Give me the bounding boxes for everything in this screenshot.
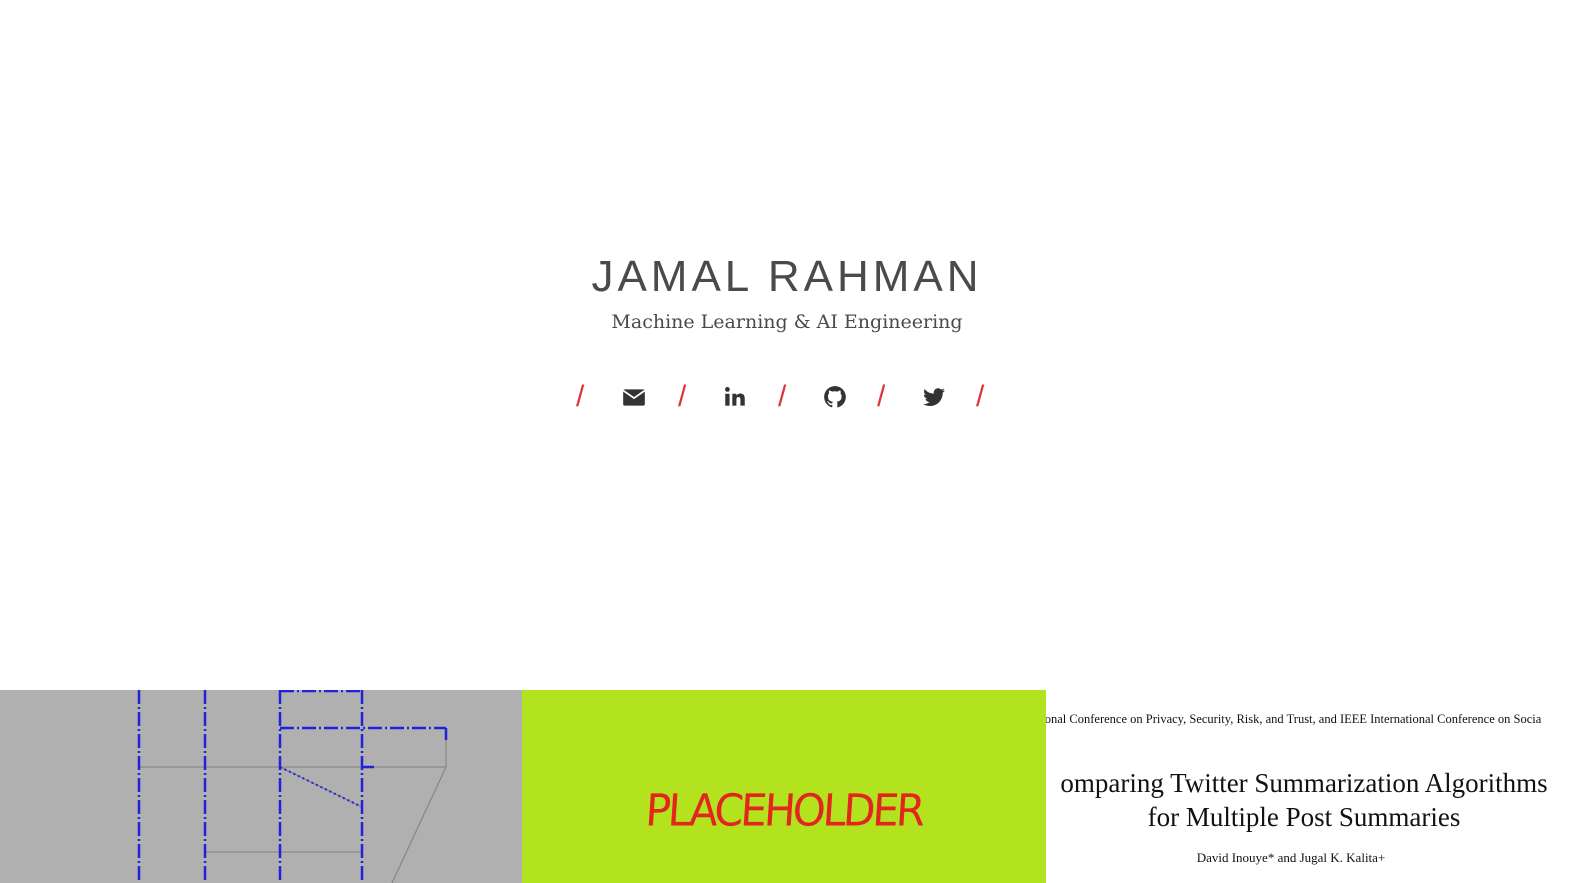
paper-authors: David Inouye* and Jugal K. Kalita+ xyxy=(1196,850,1386,865)
paper-title-line-2: for Multiple Post Summaries xyxy=(1147,802,1461,832)
social-links: / / / / / xyxy=(570,380,1010,414)
paper-conference-line: national Conference on Privacy, Security… xyxy=(1046,712,1542,726)
separator-slash: / xyxy=(576,380,585,413)
project-tile-placeholder[interactable]: PLACEHOLDER xyxy=(522,690,1046,883)
project-tile-floorplan[interactable] xyxy=(0,690,522,883)
envelope-icon xyxy=(622,389,646,406)
separator-slash: / xyxy=(976,380,985,413)
hero-section: JAMAL RAHMAN Machine Learning & AI Engin… xyxy=(0,0,1574,690)
separator-slash: / xyxy=(778,380,787,413)
paper-title: omparing Twitter Summarization Algorithm… xyxy=(1046,766,1574,834)
github-link[interactable] xyxy=(822,384,848,410)
twitter-link[interactable] xyxy=(921,384,947,410)
project-tile-paper[interactable]: national Conference on Privacy, Security… xyxy=(1046,690,1574,883)
site-title: JAMAL RAHMAN xyxy=(591,252,983,301)
github-icon xyxy=(824,386,846,408)
email-link[interactable] xyxy=(621,384,647,410)
linkedin-icon xyxy=(725,387,745,406)
paper-title-line-1: omparing Twitter Summarization Algorithm… xyxy=(1060,768,1548,798)
placeholder-label: PLACEHOLDER xyxy=(643,784,925,837)
project-gallery: PLACEHOLDER national Conference on Priva… xyxy=(0,690,1574,883)
site-tagline: Machine Learning & AI Engineering xyxy=(611,311,963,333)
linkedin-link[interactable] xyxy=(722,384,748,410)
twitter-icon xyxy=(923,388,945,406)
separator-slash: / xyxy=(678,380,687,413)
separator-slash: / xyxy=(877,380,886,413)
floorplan-diagram-image xyxy=(137,690,448,883)
